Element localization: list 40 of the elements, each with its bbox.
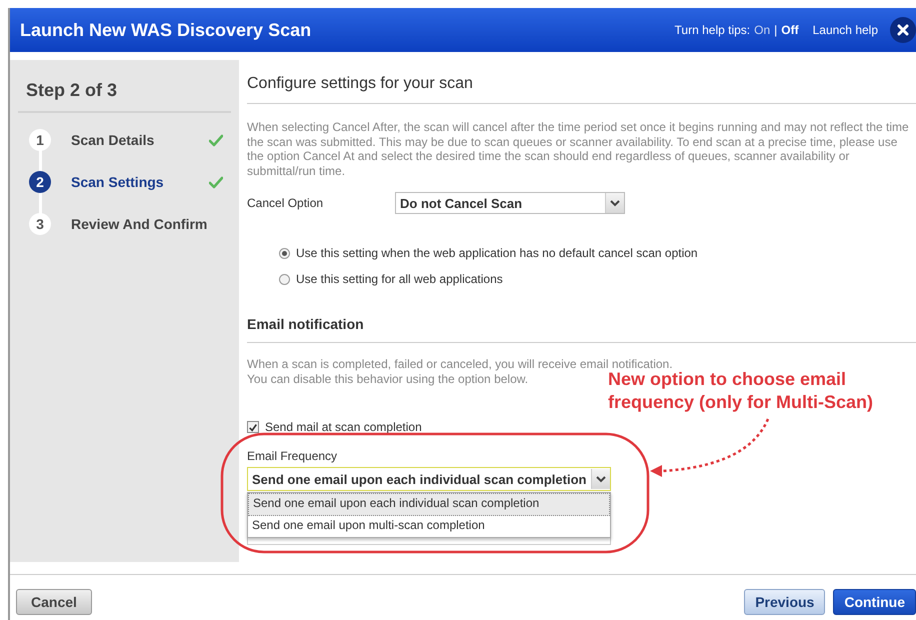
step-number: 2 xyxy=(29,171,51,193)
step-label: Scan Details xyxy=(71,132,156,148)
cancel-option-select[interactable]: Do not Cancel Scan xyxy=(395,192,625,214)
help-separator: | xyxy=(774,23,778,37)
radio-label: Use this setting for all web applications xyxy=(296,272,503,286)
help-off-link[interactable]: Off xyxy=(781,23,799,37)
email-frequency-select[interactable]: Send one email upon each individual scan completion xyxy=(247,467,611,491)
caret-icon xyxy=(596,476,606,482)
close-icon xyxy=(897,24,909,36)
email-frequency-label: Email Frequency xyxy=(247,449,338,463)
email-description: You can disable this behavior using the option below. xyxy=(247,372,528,387)
help-tips-label: Turn help tips: xyxy=(674,23,750,37)
continue-button[interactable]: Continue xyxy=(833,589,916,615)
window-title: Launch New WAS Discovery Scan xyxy=(20,20,312,40)
previous-button[interactable]: Previous xyxy=(744,589,826,615)
step-label: Review And Confirm xyxy=(71,216,208,232)
radio-button[interactable] xyxy=(279,248,290,258)
step-number: 3 xyxy=(29,213,51,235)
step-label: Scan Settings xyxy=(71,174,165,190)
step-heading: Step 2 of 3 xyxy=(18,60,231,113)
checkbox[interactable] xyxy=(247,421,259,433)
dropdown-option[interactable]: Send one email upon each individual scan completion xyxy=(248,493,610,516)
radio-label: Use this setting when the web application has no default cancel scan option xyxy=(296,246,698,260)
dropdown-option[interactable]: Send one email upon multi-scan completion xyxy=(248,516,610,537)
close-button[interactable] xyxy=(890,17,916,43)
cancel-option-label: Cancel Option xyxy=(247,196,324,210)
step-item[interactable]: 2 Scan Settings xyxy=(18,161,231,203)
checkmark-icon xyxy=(248,422,258,432)
help-on-link[interactable]: On xyxy=(754,23,770,37)
section-title: Configure settings for your scan xyxy=(247,75,474,93)
step-item[interactable]: 3 Review And Confirm xyxy=(18,203,231,245)
cancel-description: When selecting Cancel After, the scan will cancel after the time period set once it begins running and may not reflect the time the scan was submitted. This may be due to scan queues or scanner availability. To end scan at a precise time, please use the option Cancel At and select the desired time the scan should end regardless of queues, scanner availability or submittal/run time. xyxy=(247,120,910,178)
step-number: 1 xyxy=(29,129,51,151)
radio-button[interactable] xyxy=(279,274,290,284)
checkbox-label: Send mail at scan completion xyxy=(265,420,422,434)
caret-icon xyxy=(610,200,620,206)
cancel-button[interactable]: Cancel xyxy=(16,589,92,615)
launch-help-link[interactable]: Launch help xyxy=(812,23,878,37)
step-item[interactable]: 1 Scan Details xyxy=(18,119,231,161)
section-heading: Email notification xyxy=(247,316,365,332)
